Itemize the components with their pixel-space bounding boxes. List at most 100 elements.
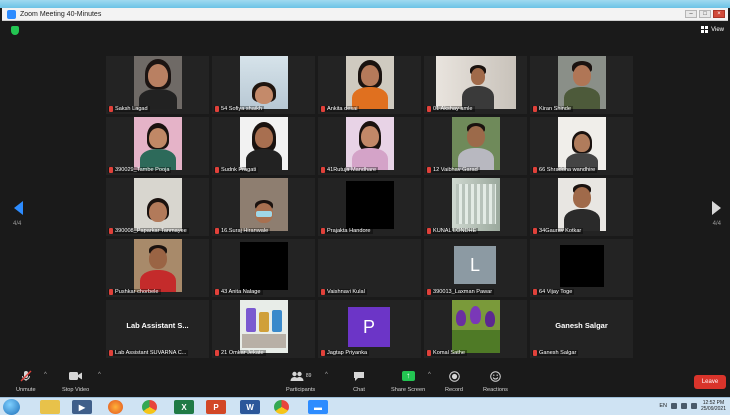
participant-tile[interactable]: 66 Shraddha wandhire — [530, 117, 633, 175]
zoom-app-icon[interactable]: ▬ — [308, 400, 328, 414]
view-label: View — [711, 26, 724, 33]
record-button[interactable]: Record — [445, 370, 463, 393]
participant-tile[interactable]: 12 Vaibhav Garad — [424, 117, 527, 175]
participant-tile[interactable]: 21 Omkar Jekate — [212, 300, 315, 358]
record-label: Record — [445, 387, 464, 393]
participant-tile[interactable]: Kiran Shinde — [530, 56, 633, 114]
stop-video-button[interactable]: Stop Video — [62, 370, 89, 393]
participant-name: Jagtap Priyanka — [327, 350, 368, 356]
view-button[interactable]: View — [701, 26, 724, 33]
powerpoint-icon[interactable]: P — [206, 400, 226, 414]
close-button[interactable]: × — [713, 10, 725, 18]
participant-name: 12 Vaibhav Garad — [433, 167, 478, 173]
participant-name: 390013_Laxman Pawar — [433, 289, 493, 295]
battery-icon[interactable] — [690, 403, 697, 409]
participant-video — [452, 178, 500, 231]
excel-icon[interactable]: X — [174, 400, 194, 414]
participant-video — [346, 56, 394, 109]
muted-mic-icon — [109, 228, 113, 234]
language-indicator[interactable]: EN — [659, 403, 667, 409]
participant-tile[interactable]: Komal Sathe — [424, 300, 527, 358]
participant-tile[interactable]: Saksh Lagad — [106, 56, 209, 114]
audio-options-caret-icon[interactable]: ^ — [44, 372, 47, 378]
participant-tile[interactable]: KUNAL LONDHE — [424, 178, 527, 236]
participants-label: Participants — [286, 387, 316, 393]
maximize-button[interactable]: □ — [699, 10, 711, 18]
participant-name: 34Gaurav Kotkar — [539, 228, 582, 234]
participant-tile[interactable]: 390008_Paparkar Tanmayee — [106, 178, 209, 236]
chrome-icon[interactable] — [274, 400, 289, 414]
media-player-icon[interactable]: ▶ — [72, 400, 92, 414]
participants-button[interactable]: 89 Participants — [286, 370, 315, 393]
participant-name: Prajakta Handore — [327, 228, 371, 234]
muted-mic-icon — [109, 106, 113, 112]
network-icon[interactable] — [670, 403, 677, 409]
participant-tile[interactable]: Sudnk Pragati — [212, 117, 315, 175]
desktop-strip — [0, 0, 730, 8]
participant-tile[interactable]: L 390013_Laxman Pawar — [424, 239, 527, 297]
muted-mic-icon — [321, 228, 325, 234]
muted-mic-icon — [427, 228, 431, 234]
participant-tile[interactable]: 64 Vijay Toge — [530, 239, 633, 297]
participant-name: 64 Vijay Toge — [539, 289, 573, 295]
participant-tile[interactable]: Ganesh Salgar Ganesh Salgar — [530, 300, 633, 358]
participant-tile[interactable]: 41Rutuja Mandhare — [318, 117, 421, 175]
muted-mic-icon — [533, 289, 537, 295]
zoom-icon — [7, 9, 16, 19]
minimize-button[interactable]: – — [685, 10, 697, 18]
participant-tile[interactable]: 390029_Tambe Pooja — [106, 117, 209, 175]
word-icon[interactable]: W — [240, 400, 260, 414]
participant-tile[interactable]: 34Gaurav Kotkar — [530, 178, 633, 236]
participant-name: 16.Suraj Hiranwale — [221, 228, 269, 234]
participant-name: KUNAL LONDHE — [433, 228, 477, 234]
previous-page-arrow-icon[interactable] — [14, 201, 23, 215]
start-button-icon[interactable] — [3, 399, 20, 415]
volume-icon[interactable] — [680, 403, 687, 409]
participant-tile[interactable]: 16.Suraj Hiranwale — [212, 178, 315, 236]
muted-mic-icon — [533, 167, 537, 173]
participant-video-off — [346, 181, 394, 229]
unmute-button[interactable]: Unmute — [16, 370, 36, 393]
video-options-caret-icon[interactable]: ^ — [98, 372, 101, 378]
participant-name: Ganesh Salgar — [539, 350, 577, 356]
system-tray: EN 12:52 PM 25/09/2021 — [659, 400, 726, 412]
clock[interactable]: 12:52 PM 25/09/2021 — [701, 400, 726, 412]
participant-tile[interactable]: 01 Akshay amle — [424, 56, 527, 114]
firefox-icon[interactable] — [108, 400, 123, 414]
file-explorer-icon[interactable] — [40, 400, 60, 414]
participant-video — [558, 56, 606, 109]
reactions-button[interactable]: Reactions — [483, 370, 508, 393]
participant-video — [452, 300, 500, 353]
muted-mic-icon — [427, 106, 431, 112]
share-screen-arrow-icon: ↑ — [401, 371, 415, 381]
participants-icon: 89 — [290, 370, 311, 382]
participant-name: 21 Omkar Jekate — [221, 350, 264, 356]
chrome-icon[interactable] — [142, 400, 157, 414]
participant-video — [558, 117, 606, 170]
participants-caret-icon[interactable]: ^ — [325, 372, 328, 378]
participant-tile[interactable]: Vaishnavi Kulal — [318, 239, 421, 297]
muted-mic-icon — [215, 106, 219, 112]
leave-button[interactable]: Leave — [694, 375, 726, 389]
chat-button[interactable]: Chat — [353, 370, 365, 393]
participant-tile[interactable]: Lab Assistant S... Lab Assistant SUVARNA… — [106, 300, 209, 358]
participant-video — [134, 56, 182, 109]
participant-tile[interactable]: 43 Anita Nalage — [212, 239, 315, 297]
record-icon — [448, 370, 460, 382]
participant-video — [134, 178, 182, 231]
muted-mic-icon — [109, 167, 113, 173]
participant-tile[interactable]: P Jagtap Priyanka — [318, 300, 421, 358]
participant-tile[interactable]: 54 Sofiya shaikh — [212, 56, 315, 114]
participant-display-name: Lab Assistant S... — [126, 321, 189, 330]
share-screen-button[interactable]: ↑ Share Screen — [391, 370, 425, 393]
security-shield-icon[interactable] — [11, 26, 19, 35]
participant-tile[interactable]: Ankita desai — [318, 56, 421, 114]
participant-name: Sudnk Pragati — [221, 167, 257, 173]
muted-mic-icon — [533, 228, 537, 234]
participant-tile[interactable]: Pushkar chorbele — [106, 239, 209, 297]
stop-video-label: Stop Video — [62, 387, 90, 393]
unmute-label: Unmute — [16, 387, 36, 393]
participant-tile[interactable]: Prajakta Handore — [318, 178, 421, 236]
share-options-caret-icon[interactable]: ^ — [428, 372, 431, 378]
next-page-arrow-icon[interactable] — [712, 201, 721, 215]
